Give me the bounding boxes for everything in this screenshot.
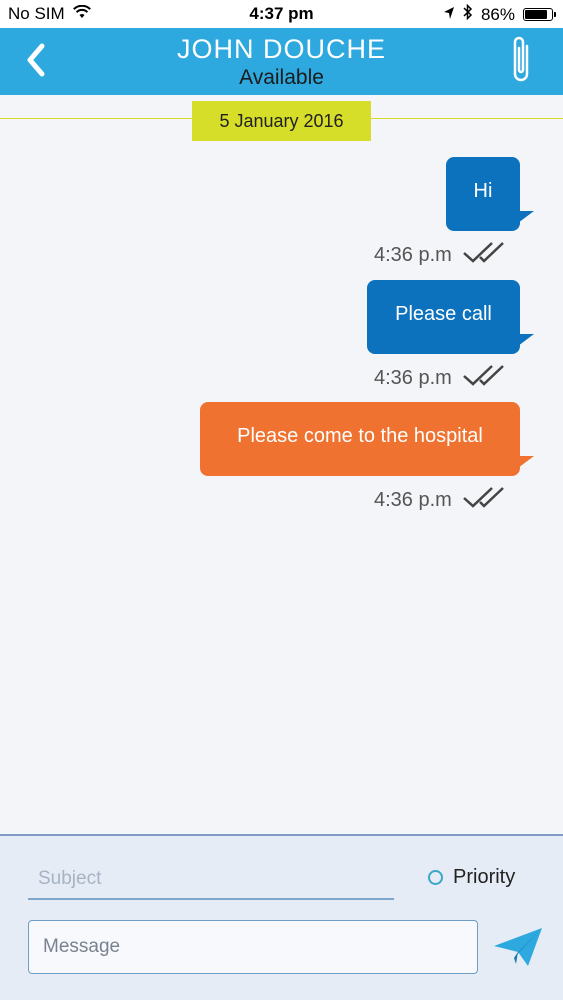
message-time: 4:36 p.m [374,488,452,511]
message-text: Please come to the hospital [237,425,483,447]
send-button[interactable] [492,924,544,970]
message-meta: 4:36 p.m [374,363,518,393]
chat-header: JOHN DOUCHE Available [0,28,563,95]
bubble-tail [518,334,534,346]
message-composer: Priority [0,834,563,1000]
priority-radio[interactable] [428,870,443,885]
location-arrow-icon [443,5,455,25]
status-bar: No SIM 4:37 pm 86% [0,0,563,28]
bluetooth-icon [463,3,473,25]
message-text: Hi [473,180,493,202]
message-bubble[interactable]: Please call [367,280,534,354]
message-time: 4:36 p.m [374,366,452,389]
message-meta: 4:36 p.m [374,240,518,270]
message-bubble[interactable]: Please come to the hospital [200,402,534,476]
bubble-tail [518,211,534,223]
date-divider: 5 January 2016 [192,101,371,141]
priority-toggle[interactable]: Priority [428,866,515,889]
battery-icon [523,8,556,21]
paperclip-icon [513,36,529,82]
battery-level [525,10,547,19]
paper-plane-icon [494,928,542,966]
contact-status: Available [239,66,324,89]
message-time: 4:36 p.m [374,243,452,266]
double-check-icon [462,240,518,270]
bubble-tail [518,456,534,468]
double-check-icon [462,485,518,515]
battery-percent: 86% [480,4,515,24]
message-meta: 4:36 p.m [374,485,518,515]
double-check-icon [462,363,518,393]
chat-screen: No SIM 4:37 pm 86% JOHN DOUCHE Available… [0,0,563,1000]
message-text: Please call [395,303,492,325]
contact-name: JOHN DOUCHE [176,34,386,64]
status-right: 86% [443,3,556,25]
attach-button[interactable] [507,32,537,88]
message-bubble[interactable]: Hi [446,157,534,231]
message-input[interactable] [28,920,478,974]
priority-label: Priority [453,866,516,888]
subject-input[interactable] [28,860,394,900]
